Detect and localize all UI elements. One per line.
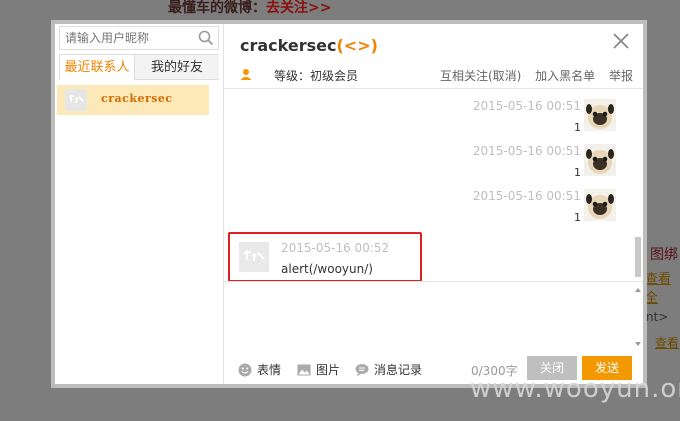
watermark: www.wooyun.org [470,374,680,404]
background-follow-link[interactable]: 去关注>> [266,0,331,16]
message-text: alert(/wooyun/) [281,262,373,276]
message-text: 1 [574,166,581,179]
background-right-link[interactable]: 查看 [655,334,679,351]
avatar [584,189,616,221]
user-icon [240,69,252,80]
image-icon [297,364,311,376]
avatar [239,242,269,272]
message-time: 2015-05-16 00:51 [472,99,581,113]
emoji-icon [238,363,252,377]
search-icon[interactable] [198,30,214,46]
compose-scrollbar[interactable] [635,288,641,346]
contacts-sidebar: 最近联系人 我的好友 crackersec [55,24,224,384]
report-link[interactable]: 举报 [609,69,633,83]
message-input[interactable] [224,282,636,354]
close-icon[interactable] [613,33,629,49]
scroll-up-icon[interactable] [635,288,641,292]
contact-item[interactable]: crackersec [57,85,209,115]
image-label: 图片 [316,363,341,377]
message-time: 2015-05-16 00:51 [472,189,581,203]
message-text: 1 [574,211,581,224]
chat-actions: 互相关注(取消) 加入黑名单 举报 [430,67,633,84]
chat-dialog: 最近联系人 我的好友 crackersec crackersec(<>) [51,20,647,388]
message-item: 2015-05-16 00:51 1 [224,89,636,134]
chat-title: crackersec(<>) [240,36,378,55]
message-item: 2015-05-16 00:51 1 [224,179,636,224]
background-header-text: 最懂车的微博：去关注>> [168,0,331,17]
emoji-label: 表情 [257,363,282,377]
chat-history-icon [355,364,369,377]
avatar [65,89,87,111]
message-item-highlighted: 2015-05-16 00:52 alert(/wooyun/) [228,232,422,282]
chat-panel: crackersec(<>) 等级：初级会员 互相关注(取消) 加入黑名单 举报 [224,24,643,384]
scroll-down-icon[interactable] [635,342,641,346]
background-right-text: 图绑 [650,247,678,263]
message-time: 2015-05-16 00:52 [281,241,390,255]
avatar [584,99,616,131]
background-top-text: 最懂车的微博： [168,0,266,16]
emoji-button[interactable]: 表情 [238,361,281,378]
chat-header: crackersec(<>) 等级：初级会员 互相关注(取消) 加入黑名单 举报 [224,24,643,89]
history-button[interactable]: 消息记录 [355,361,422,378]
blacklist-link[interactable]: 加入黑名单 [535,69,595,83]
search-input[interactable] [60,27,195,49]
search-box [59,26,219,50]
chat-user-name[interactable]: crackersec [240,36,336,55]
chat-user-tag: (<>) [336,36,378,55]
contact-tabs: 最近联系人 我的好友 [55,54,223,80]
tab-recent-contacts[interactable]: 最近联系人 [59,54,135,80]
contact-name: crackersec [101,92,173,105]
chat-dialog-body: 最近联系人 我的好友 crackersec crackersec(<>) [55,24,643,384]
image-button[interactable]: 图片 [297,361,340,378]
mutual-follow-link[interactable]: 互相关注(取消) [440,69,521,83]
message-text: 1 [574,121,581,134]
message-time: 2015-05-16 00:51 [472,144,581,158]
message-item: 2015-05-16 00:51 1 [224,134,636,179]
history-label: 消息记录 [374,363,423,377]
tab-my-friends[interactable]: 我的好友 [135,54,219,80]
compose-box [224,281,643,354]
background-right-text: nt> [646,310,669,324]
avatar [584,144,616,176]
message-scrollbar[interactable] [635,237,641,277]
user-level: 等级：初级会员 [274,69,359,83]
background-right-link[interactable]: 查看全 [645,268,680,306]
